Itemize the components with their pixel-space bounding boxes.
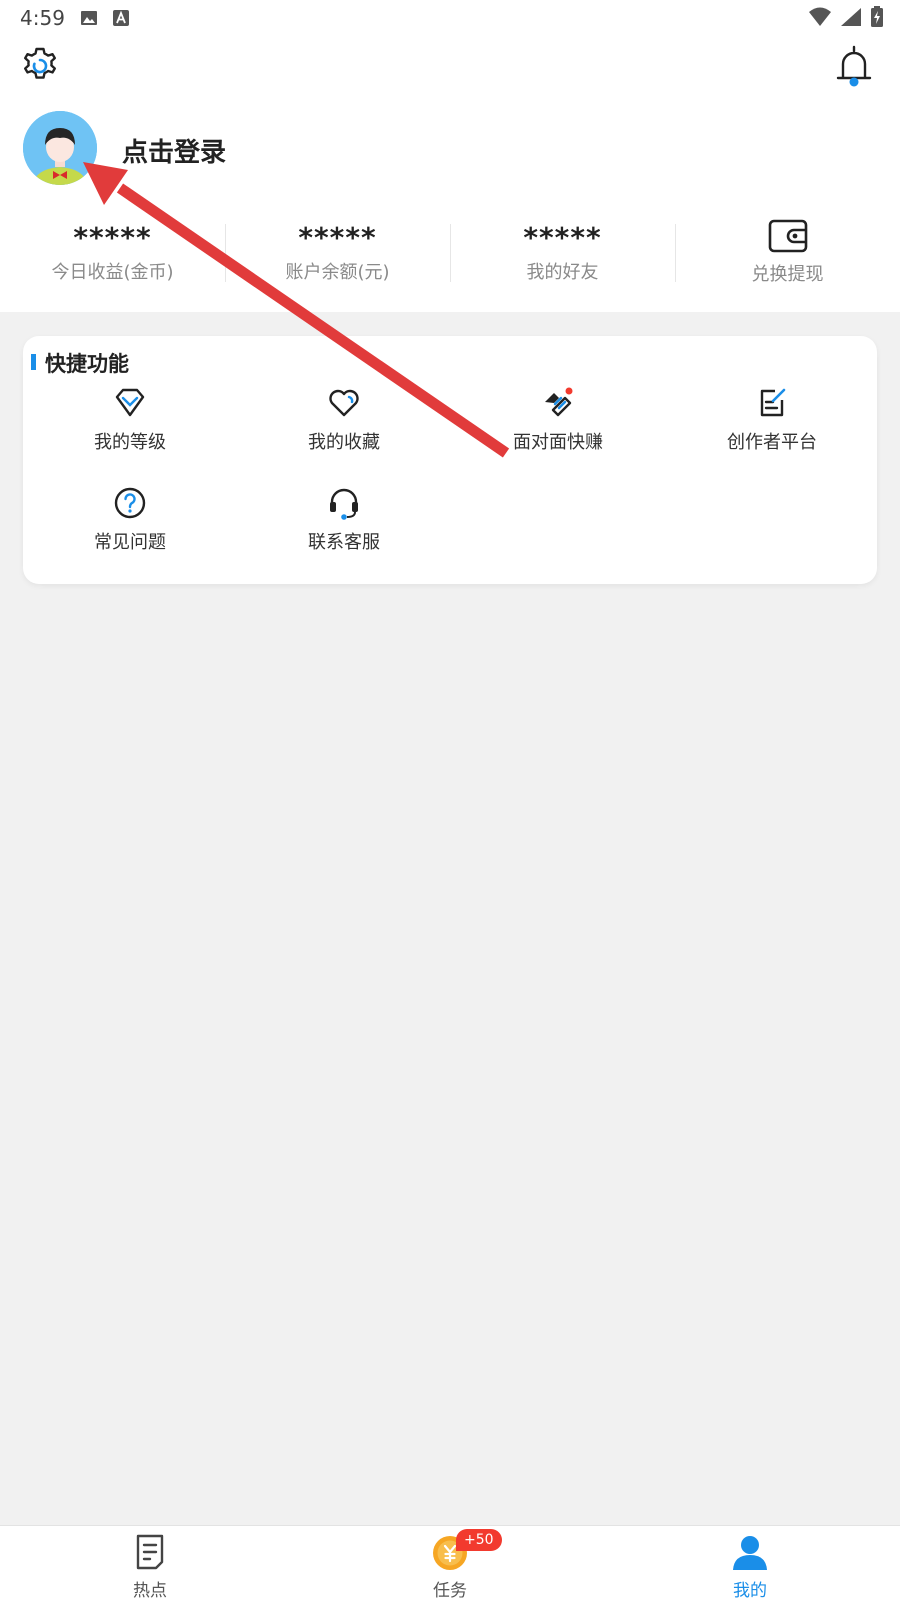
bottom-nav: 热点 任务 我的 (0, 1525, 900, 1600)
nav-label: 热点 (133, 1581, 167, 1600)
stat-value: ***** (523, 221, 602, 254)
stat-label: 我的好友 (526, 262, 599, 283)
edit-document-icon (760, 388, 786, 417)
stats-row: ***** 今日收益(金币) ***** 账户余额(元) ***** 我的好友 … (0, 216, 900, 286)
nav-item-tasks[interactable]: 任务 (300, 1526, 600, 1600)
battery-charging-icon (871, 6, 883, 27)
stat-label: 兑换提现 (751, 264, 824, 285)
profile-header: 点击登录 ***** 今日收益(金币) ***** 账户余额(元) ***** … (0, 36, 900, 312)
stat-today-earnings[interactable]: ***** 今日收益(金币) (0, 216, 225, 286)
stat-value: ***** (298, 221, 377, 254)
nav-item-mine[interactable]: 我的 (600, 1526, 900, 1600)
image-icon (81, 11, 97, 25)
quick-item-my-favorites[interactable]: 我的收藏 (237, 386, 451, 454)
status-right-icons (808, 6, 884, 28)
profile-screen: 4:59 点击登录 ***** 今日收益(金币) ***** 账户余额(元) *… (0, 0, 900, 1600)
quick-item-contact-support[interactable]: 联系客服 (237, 486, 451, 554)
stat-account-balance[interactable]: ***** 账户余额(元) (225, 216, 450, 286)
nav-item-hot[interactable]: 热点 (0, 1526, 300, 1600)
stat-label: 今日收益(金币) (51, 262, 174, 283)
task-reward-badge: +50 (456, 1529, 502, 1551)
handshake-icon (545, 387, 573, 417)
gear-icon[interactable] (20, 46, 60, 86)
question-circle-icon (114, 487, 146, 519)
quick-item-label: 常见问题 (94, 532, 166, 553)
quick-item-face-to-face-earn[interactable]: 面对面快赚 (451, 386, 665, 454)
document-icon (136, 1534, 164, 1570)
login-prompt[interactable]: 点击登录 (122, 132, 226, 169)
quick-item-label: 联系客服 (308, 532, 380, 553)
nav-label: 我的 (733, 1581, 767, 1600)
quick-item-label: 我的等级 (94, 432, 166, 453)
heart-icon (329, 389, 359, 417)
wallet-icon (768, 219, 807, 253)
quick-functions-title: 快捷功能 (31, 348, 129, 378)
stat-label: 账户余额(元) (285, 262, 390, 283)
bell-icon[interactable] (834, 44, 874, 88)
quick-item-label: 我的收藏 (308, 432, 380, 453)
status-time: 4:59 (20, 6, 65, 30)
text-a-icon (113, 10, 129, 26)
quick-item-label: 创作者平台 (727, 432, 817, 453)
headset-icon (330, 488, 358, 520)
nav-label: 任务 (433, 1581, 467, 1600)
status-bar: 4:59 (0, 0, 900, 36)
quick-item-faq[interactable]: 常见问题 (23, 486, 237, 554)
signal-icon (841, 8, 861, 26)
user-icon (733, 1536, 767, 1570)
quick-item-creator-platform[interactable]: 创作者平台 (665, 386, 879, 454)
stat-value: ***** (73, 221, 152, 254)
diamond-icon (115, 388, 145, 417)
stat-my-friends[interactable]: ***** 我的好友 (450, 216, 675, 286)
wifi-icon (809, 7, 831, 26)
quick-item-my-level[interactable]: 我的等级 (23, 386, 237, 454)
avatar[interactable] (23, 111, 97, 185)
quick-functions-card: 快捷功能 我的等级 我的收藏 面对面快赚 创作者平台 常见问题 联系客服 (23, 336, 877, 584)
avatar-illustration (23, 111, 97, 185)
stat-exchange-withdraw[interactable]: 兑换提现 (675, 216, 900, 286)
quick-item-label: 面对面快赚 (513, 432, 603, 453)
